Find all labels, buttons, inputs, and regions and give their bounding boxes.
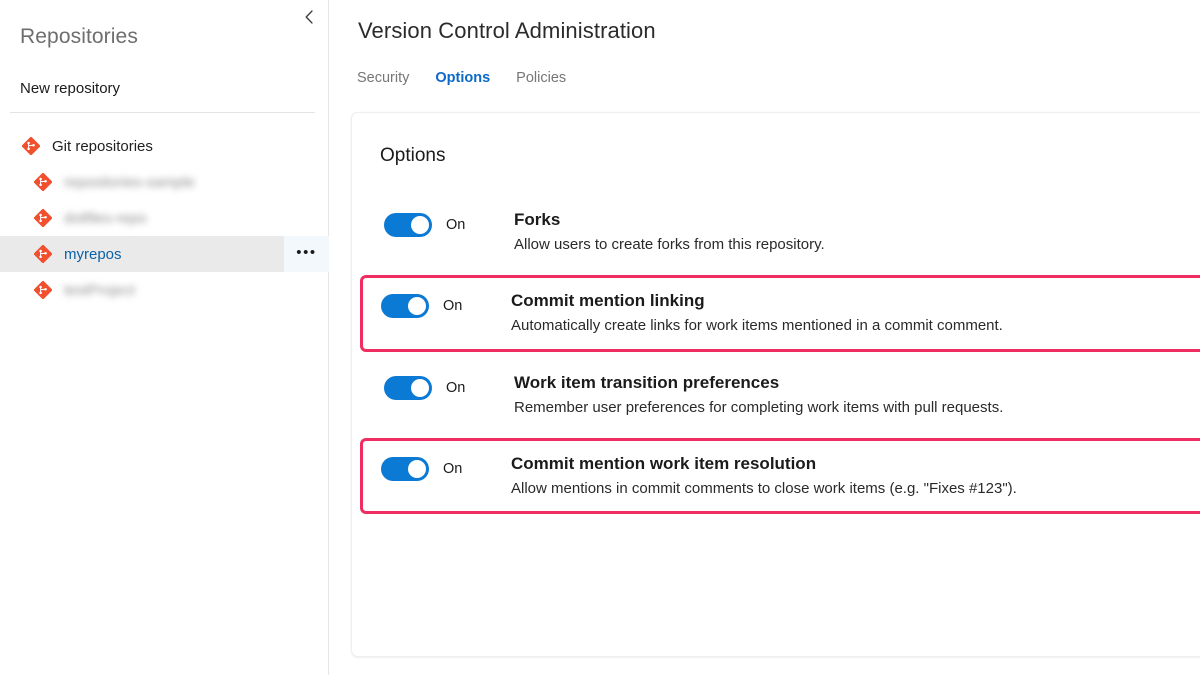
- tree-item-repository-1[interactable]: repositories-sample: [0, 164, 329, 200]
- commit-mention-resolution-toggle-block: On: [381, 451, 511, 482]
- work-item-transition-toggle-state: On: [446, 379, 466, 396]
- work-item-transition-text: Work item transition preferences Remembe…: [514, 370, 1200, 418]
- commit-mention-linking-toggle-state: On: [443, 298, 463, 315]
- new-repository-link[interactable]: New repository: [20, 80, 120, 97]
- commit-mention-resolution-toggle-state: On: [443, 461, 463, 478]
- repository-more-actions-button[interactable]: •••: [284, 236, 329, 272]
- commit-mention-linking-description: Automatically create links for work item…: [511, 317, 1003, 335]
- page-title: Version Control Administration: [358, 18, 656, 43]
- option-commit-mention-linking: On Commit mention linking Automatically …: [360, 275, 1200, 352]
- option-commit-mention-work-item-resolution: On Commit mention work item resolution A…: [360, 438, 1200, 515]
- commit-mention-resolution-description: Allow mentions in commit comments to clo…: [511, 480, 1017, 498]
- tree-root-git-repositories[interactable]: Git repositories: [0, 128, 329, 164]
- forks-toggle-state: On: [446, 217, 466, 233]
- tree-item-repository-4[interactable]: testProject: [0, 272, 329, 308]
- tree-item-repository-2[interactable]: dotfiles-repo: [0, 200, 329, 236]
- commit-mention-linking-toggle-block: On: [381, 288, 511, 319]
- git-repository-icon: [34, 173, 52, 191]
- tree-item-label: dotfiles-repo: [64, 209, 147, 227]
- sidebar-title: Repositories: [20, 25, 138, 48]
- commit-mention-resolution-toggle[interactable]: [381, 457, 429, 482]
- toggle-knob-icon: [411, 378, 429, 397]
- commit-mention-linking-text: Commit mention linking Automatically cre…: [511, 288, 1200, 336]
- sidebar-collapse-button[interactable]: [298, 6, 320, 28]
- toggle-knob-icon: [411, 216, 429, 234]
- options-card-title: Options: [380, 145, 446, 166]
- git-repository-icon: [34, 281, 52, 299]
- repositories-tree: Git repositories repositories-sample dot…: [0, 128, 329, 308]
- main-content: Version Control Administration Security …: [329, 0, 1200, 675]
- work-item-transition-title: Work item transition preferences: [514, 372, 780, 392]
- tree-item-label: testProject: [64, 281, 135, 299]
- toggle-knob-icon: [408, 460, 426, 479]
- work-item-transition-toggle-block: On: [384, 370, 514, 400]
- forks-toggle[interactable]: [384, 213, 432, 237]
- options-card: Options On Forks Allow users to create f…: [351, 112, 1200, 657]
- commit-mention-linking-toggle[interactable]: [381, 294, 429, 319]
- forks-toggle-block: On: [384, 207, 514, 237]
- work-item-transition-toggle[interactable]: [384, 375, 432, 400]
- commit-mention-resolution-text: Commit mention work item resolution Allo…: [511, 451, 1200, 499]
- tab-policies[interactable]: Policies: [516, 68, 566, 88]
- git-repository-icon: [22, 137, 40, 155]
- sidebar-divider: [10, 112, 315, 113]
- chevron-left-icon: [304, 10, 314, 24]
- option-work-item-transition-preferences: On Work item transition preferences Reme…: [363, 357, 1200, 433]
- commit-mention-linking-title: Commit mention linking: [511, 291, 705, 311]
- tree-root-label: Git repositories: [52, 137, 153, 155]
- forks-title: Forks: [514, 210, 561, 229]
- app-root: Repositories New repository Git reposito…: [0, 0, 1200, 675]
- tree-item-repository-myrepos[interactable]: myrepos •••: [0, 236, 329, 272]
- git-repository-icon: [34, 245, 52, 263]
- toggle-knob-icon: [408, 297, 426, 316]
- options-list: On Forks Allow users to create forks fro…: [352, 189, 1200, 519]
- forks-description: Allow users to create forks from this re…: [514, 236, 825, 254]
- repositories-sidebar: Repositories New repository Git reposito…: [0, 0, 329, 675]
- tab-options[interactable]: Options: [435, 68, 490, 88]
- work-item-transition-description: Remember user preferences for completing…: [514, 398, 1004, 416]
- more-actions-icon: •••: [296, 243, 317, 261]
- git-repository-icon: [34, 209, 52, 227]
- commit-mention-resolution-title: Commit mention work item resolution: [511, 454, 817, 474]
- tree-item-label: repositories-sample: [64, 173, 195, 191]
- tree-item-label: myrepos: [64, 245, 122, 263]
- forks-text: Forks Allow users to create forks from t…: [514, 207, 1200, 255]
- option-forks: On Forks Allow users to create forks fro…: [363, 194, 1200, 270]
- tab-security[interactable]: Security: [357, 68, 409, 88]
- tab-bar: Security Options Policies: [357, 68, 566, 88]
